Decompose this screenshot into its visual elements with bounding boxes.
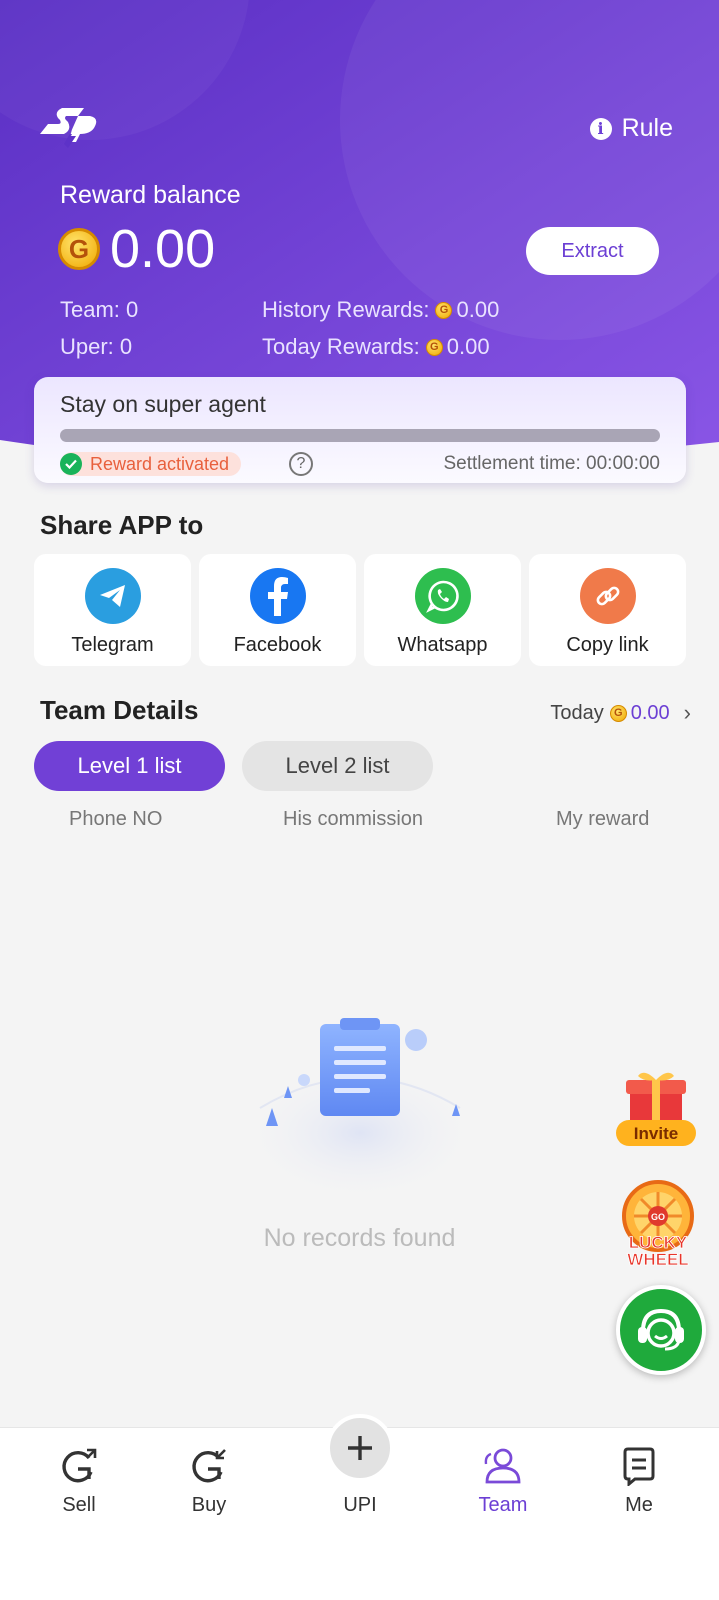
share-whatsapp-button[interactable]: Whatsapp	[364, 554, 521, 666]
today-rewards-value: 0.00	[446, 334, 490, 359]
share-facebook-label: Facebook	[233, 634, 322, 656]
share-telegram-label: Telegram	[71, 634, 154, 656]
column-header-commission: His commission	[283, 808, 424, 830]
nav-team[interactable]: Team	[448, 1446, 558, 1517]
empty-clipboard-illustration	[240, 1018, 480, 1203]
super-agent-progress-bar	[60, 429, 660, 442]
invite-label: Invite	[634, 1124, 678, 1143]
nav-upi-button[interactable]	[326, 1414, 394, 1482]
uper-count: Uper: 0	[60, 334, 133, 359]
lucky-wheel-floating-button[interactable]: GO LUCKY WHEEL	[618, 1178, 698, 1270]
history-rewards-label: History Rewards:	[262, 297, 430, 322]
chevron-right-icon: ›	[683, 700, 691, 725]
customer-support-button[interactable]	[616, 1285, 706, 1375]
empty-state-text: No records found	[263, 1224, 456, 1252]
help-icon[interactable]: ?	[289, 452, 313, 476]
nav-upi-label: UPI	[343, 1494, 377, 1516]
coin-icon: G	[435, 301, 453, 319]
share-app-title: Share APP to	[40, 510, 204, 540]
info-icon: i	[589, 117, 612, 140]
history-rewards: History Rewards: G 0.00	[262, 297, 499, 323]
settlement-time: Settlement time: 00:00:00	[443, 453, 660, 474]
column-header-reward: My reward	[556, 808, 650, 830]
reward-activated-label: Reward activated	[90, 453, 230, 474]
wheel-label: WHEEL	[627, 1250, 688, 1269]
today-rewards-link[interactable]: Today G 0.00 ›	[550, 700, 691, 726]
super-agent-title: Stay on super agent	[60, 391, 266, 417]
team-icon	[484, 1448, 521, 1484]
me-icon	[623, 1447, 655, 1486]
coin-icon: G	[425, 338, 443, 356]
headset-icon	[638, 1308, 684, 1351]
today-rewards: Today Rewards: G 0.00	[262, 334, 490, 360]
invite-floating-button[interactable]: Invite	[614, 1068, 700, 1154]
share-facebook-button[interactable]: Facebook	[199, 554, 356, 666]
coin-icon: G	[609, 704, 627, 722]
share-telegram-button[interactable]: Telegram	[34, 554, 191, 666]
extract-button[interactable]: Extract	[526, 227, 659, 275]
buy-icon	[192, 1449, 226, 1483]
whatsapp-icon	[414, 568, 471, 624]
nav-me[interactable]: Me	[584, 1446, 694, 1517]
history-rewards-value: 0.00	[456, 297, 500, 322]
check-icon	[60, 453, 82, 475]
telegram-icon	[84, 568, 141, 624]
team-details-title: Team Details	[40, 695, 199, 725]
share-copy-link-label: Copy link	[566, 634, 649, 656]
rule-button[interactable]: i Rule	[589, 114, 673, 143]
reward-balance-amount: G 0.00	[58, 222, 215, 276]
tab-level-1-list[interactable]: Level 1 list	[34, 741, 225, 791]
share-copy-link-button[interactable]: Copy link	[529, 554, 686, 666]
nav-team-label: Team	[478, 1494, 528, 1516]
plus-icon	[348, 1436, 372, 1460]
today-value: 0.00	[630, 701, 670, 724]
share-whatsapp-label: Whatsapp	[397, 634, 488, 656]
today-rewards-label: Today Rewards:	[262, 334, 420, 359]
coin-icon: G	[58, 228, 100, 270]
nav-sell[interactable]: Sell	[24, 1446, 134, 1517]
super-agent-card: Stay on super agent Reward activated ? S…	[34, 377, 686, 483]
link-icon	[579, 568, 636, 624]
app-logo	[34, 100, 98, 153]
nav-buy-label: Buy	[191, 1494, 227, 1516]
lucky-wheel-go: GO	[651, 1212, 665, 1222]
sell-icon	[62, 1448, 97, 1483]
tab-level-2-list[interactable]: Level 2 list	[242, 741, 433, 791]
nav-sell-label: Sell	[62, 1494, 96, 1516]
team-count: Team: 0	[60, 297, 139, 322]
nav-me-label: Me	[625, 1494, 653, 1516]
reward-balance-value: 0.00	[110, 219, 216, 279]
nav-buy[interactable]: Buy	[154, 1446, 264, 1517]
column-header-phone: Phone NO	[69, 808, 163, 830]
rule-label: Rule	[621, 114, 673, 142]
today-label: Today	[550, 701, 604, 724]
reward-balance-label: Reward balance	[60, 181, 241, 209]
reward-activated-badge: Reward activated	[60, 452, 242, 476]
facebook-icon	[249, 568, 306, 624]
